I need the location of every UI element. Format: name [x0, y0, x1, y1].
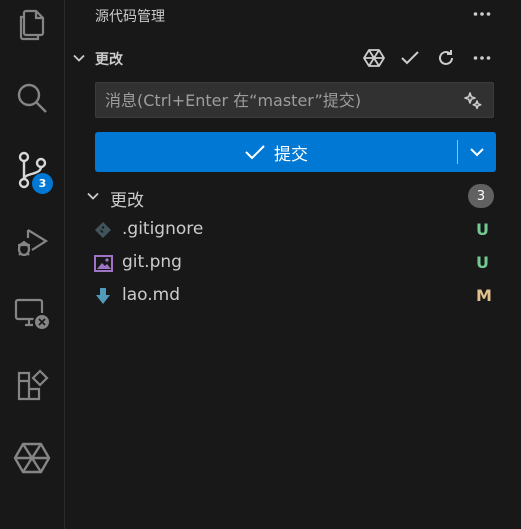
copilot-button[interactable] [0, 430, 64, 486]
changes-count-badge: 3 [468, 184, 494, 208]
commit-button-label: 提交 [274, 144, 308, 165]
copilot-icon [13, 442, 51, 474]
remote-explorer-icon [14, 298, 51, 331]
file-status: U [476, 253, 489, 272]
file-name: .gitignore [122, 219, 204, 239]
run-debug-button[interactable] [0, 214, 64, 270]
section-actions [350, 46, 494, 70]
file-name: git.png [122, 252, 182, 272]
commit-message-input[interactable] [96, 83, 474, 117]
more-icon [473, 56, 491, 60]
changes-group-header[interactable]: 更改 3 [65, 182, 521, 211]
check-icon [245, 145, 265, 160]
commit-button[interactable]: 提交 [95, 132, 457, 172]
commit-dropdown-button[interactable] [458, 132, 496, 172]
more-icon [473, 12, 491, 16]
file-row-lao-md[interactable]: lao.md M [65, 280, 521, 312]
refresh-button[interactable] [434, 46, 458, 70]
sparkle-icon[interactable] [463, 91, 483, 115]
search-button[interactable] [0, 70, 64, 126]
chevron-down-icon [71, 50, 87, 66]
check-icon [401, 51, 419, 65]
changes-section-header[interactable]: 更改 [65, 44, 521, 72]
commit-button-group: 提交 [95, 132, 496, 172]
copilot-action-button[interactable] [362, 46, 386, 70]
markdown-file-icon [93, 286, 113, 306]
panel-more-button[interactable] [470, 2, 494, 26]
section-title: 更改 [95, 52, 123, 68]
search-icon [17, 83, 47, 113]
extensions-icon [17, 369, 49, 401]
file-name: lao.md [122, 285, 180, 305]
changes-group-label: 更改 [110, 191, 144, 211]
refresh-icon [439, 50, 453, 65]
explorer-button[interactable] [0, 0, 64, 52]
section-more-button[interactable] [470, 46, 494, 70]
copilot-icon [363, 49, 385, 67]
file-row-gitignore[interactable]: .gitignore U [65, 214, 521, 246]
chevron-down-icon [85, 188, 101, 204]
file-status: M [476, 286, 492, 305]
activity-bar: 3 [0, 0, 65, 529]
image-file-icon [93, 253, 113, 273]
commit-message-box [95, 82, 494, 118]
gitignore-file-icon [93, 220, 113, 240]
panel-title: 源代码管理 [95, 9, 165, 25]
files-icon [19, 9, 45, 41]
run-debug-icon [17, 229, 49, 257]
commit-check-button[interactable] [398, 46, 422, 70]
chevron-down-icon [470, 148, 484, 157]
remote-explorer-button[interactable] [0, 286, 64, 342]
file-status: U [476, 220, 489, 239]
file-row-git-png[interactable]: git.png U [65, 247, 521, 279]
source-control-panel: 源代码管理 更改 消息(Ctrl+Enter 在“master”提交) 提交 更… [65, 0, 521, 529]
source-control-badge: 3 [31, 172, 54, 195]
extensions-button[interactable] [0, 358, 64, 414]
